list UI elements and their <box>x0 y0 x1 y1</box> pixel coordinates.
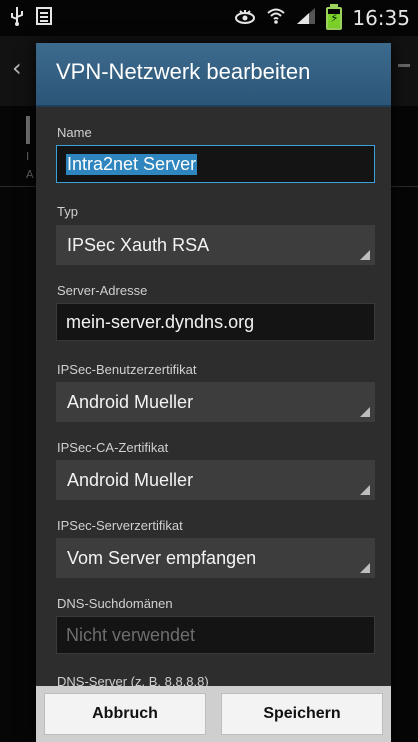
battery-charging-icon: ⚡ <box>326 3 343 30</box>
dns-search-placeholder: Nicht verwendet <box>66 624 196 645</box>
typ-label: Typ <box>57 204 78 219</box>
dialog-title: VPN-Netzwerk bearbeiten <box>56 59 311 84</box>
signal-strength-icon <box>296 6 316 30</box>
ca-cert-dropdown[interactable]: Android Mueller <box>56 460 375 500</box>
back-chevron-icon: ‹ <box>12 54 22 82</box>
server-address-input[interactable]: mein-server.dyndns.org <box>56 303 375 341</box>
server-address-label: Server-Adresse <box>57 283 148 298</box>
name-input[interactable]: Intra2net Server <box>56 145 375 183</box>
overflow-menu-icon <box>398 64 410 67</box>
dropdown-corner-icon <box>360 485 370 495</box>
status-bar: ⚡ 16:35 <box>0 0 418 36</box>
user-cert-label: IPSec-Benutzerzertifikat <box>57 362 197 377</box>
typ-dropdown-value: IPSec Xauth RSA <box>67 234 210 255</box>
server-address-value: mein-server.dyndns.org <box>66 311 255 332</box>
save-button[interactable]: Speichern <box>221 693 383 735</box>
dialog-header: VPN-Netzwerk bearbeiten <box>36 43 391 107</box>
name-input-value: Intra2net Server <box>66 153 198 175</box>
server-cert-label: IPSec-Serverzertifikat <box>57 518 183 533</box>
usb-icon <box>10 6 24 30</box>
server-cert-dropdown-value: Vom Server empfangen <box>67 547 257 568</box>
background-list-item <box>26 116 30 144</box>
dropdown-corner-icon <box>360 250 370 260</box>
dns-search-label: DNS-Suchdomänen <box>57 596 173 611</box>
dialog-button-bar: Abbruch Speichern <box>36 686 391 742</box>
name-label: Name <box>57 125 92 140</box>
typ-dropdown[interactable]: IPSec Xauth RSA <box>56 225 375 265</box>
dropdown-corner-icon <box>360 407 370 417</box>
server-cert-dropdown[interactable]: Vom Server empfangen <box>56 538 375 578</box>
notification-document-icon <box>36 7 52 29</box>
user-cert-dropdown[interactable]: Android Mueller <box>56 382 375 422</box>
status-time: 16:35 <box>352 6 410 30</box>
dialog-body[interactable]: Name Intra2net Server Typ IPSec Xauth RS… <box>36 107 391 727</box>
eye-smart-stay-icon <box>234 6 256 30</box>
user-cert-dropdown-value: Android Mueller <box>67 391 194 412</box>
background-list-subtext: IA <box>26 150 34 181</box>
dns-search-input[interactable]: Nicht verwendet <box>56 616 375 654</box>
ca-cert-label: IPSec-CA-Zertifikat <box>57 440 169 455</box>
wifi-icon <box>266 6 286 31</box>
edit-vpn-dialog: VPN-Netzwerk bearbeiten Name Intra2net S… <box>36 43 391 742</box>
ca-cert-dropdown-value: Android Mueller <box>67 469 194 490</box>
cancel-button[interactable]: Abbruch <box>44 693 206 735</box>
dropdown-corner-icon <box>360 563 370 573</box>
